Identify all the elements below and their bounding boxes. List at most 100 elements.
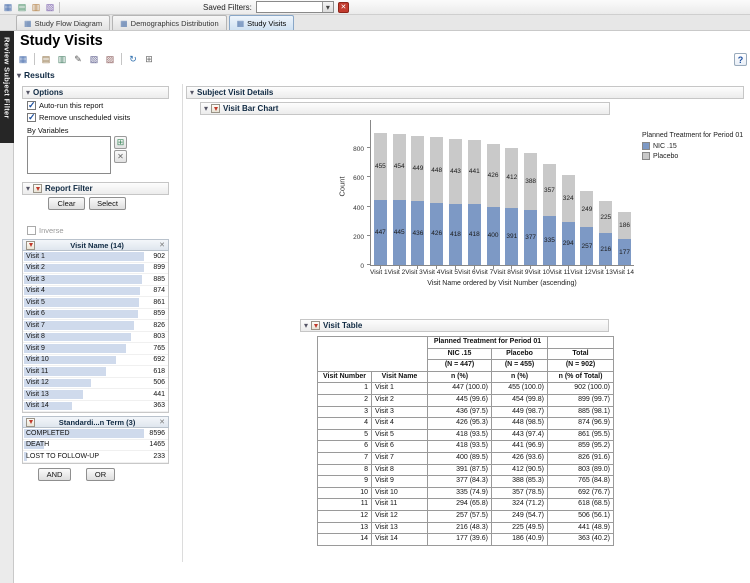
- placebo-segment[interactable]: 225: [599, 201, 612, 234]
- red-triangle-menu-icon[interactable]: [26, 418, 35, 427]
- visit-table-row[interactable]: 12Visit 12257 (57.5)249 (54.7)506 (56.1): [318, 510, 614, 522]
- visit-table-row[interactable]: 6Visit 6418 (93.5)441 (96.9)859 (95.2): [318, 441, 614, 453]
- placebo-segment[interactable]: 186: [618, 212, 631, 239]
- filter-item[interactable]: Visit 7826: [23, 320, 168, 332]
- visit-table-header[interactable]: Visit Table: [300, 319, 609, 332]
- new-report-icon[interactable]: ▤: [16, 1, 28, 13]
- red-triangle-menu-icon[interactable]: [33, 184, 42, 193]
- nic-segment[interactable]: 426: [430, 203, 443, 265]
- bar-visit-6[interactable]: 441418: [465, 120, 484, 265]
- bar-visit-3[interactable]: 449436: [409, 120, 428, 265]
- by-variables-listbox[interactable]: [27, 136, 111, 174]
- filter-item[interactable]: Visit 12506: [23, 378, 168, 390]
- visit-table-row[interactable]: 8Visit 8391 (87.5)412 (90.5)803 (89.0): [318, 464, 614, 476]
- placebo-segment[interactable]: 443: [449, 139, 462, 204]
- report-filter-outline-header[interactable]: Report Filter: [22, 182, 169, 195]
- bar-visit-14[interactable]: 186177: [615, 120, 634, 265]
- filter-item[interactable]: Visit 14363: [23, 401, 168, 413]
- visit-table-row[interactable]: 9Visit 9377 (84.3)388 (85.3)765 (84.8): [318, 476, 614, 488]
- app-icon[interactable]: ▦: [2, 1, 14, 13]
- filter-item[interactable]: Visit 6859: [23, 309, 168, 321]
- saved-filters-select[interactable]: [256, 1, 334, 13]
- bar-visit-4[interactable]: 448426: [427, 120, 446, 265]
- visit-table-row[interactable]: 5Visit 5418 (93.5)443 (97.4)861 (95.5): [318, 429, 614, 441]
- placebo-segment[interactable]: 441: [468, 140, 481, 204]
- visit-table-row[interactable]: 13Visit 13216 (48.3)225 (49.5)441 (48.9): [318, 522, 614, 534]
- filter-item[interactable]: Visit 9765: [23, 343, 168, 355]
- options-outline-header[interactable]: Options: [22, 86, 169, 99]
- placebo-segment[interactable]: 357: [543, 164, 556, 216]
- placebo-segment[interactable]: 249: [580, 191, 593, 227]
- collapse-icon[interactable]: [26, 88, 30, 97]
- placebo-segment[interactable]: 412: [505, 148, 518, 208]
- visit-bar-chart-header[interactable]: Visit Bar Chart: [200, 102, 610, 115]
- legend-entry-placebo[interactable]: Placebo: [642, 152, 748, 160]
- collapse-icon[interactable]: [26, 184, 30, 193]
- filter-item[interactable]: DEATH1465: [23, 440, 168, 452]
- bar-visit-5[interactable]: 443418: [446, 120, 465, 265]
- nic-segment[interactable]: 216: [599, 233, 612, 265]
- open-report-icon[interactable]: ▥: [30, 1, 42, 13]
- filter-item[interactable]: Visit 2899: [23, 263, 168, 275]
- filter-item[interactable]: Visit 8803: [23, 332, 168, 344]
- delete-filter-icon[interactable]: [338, 2, 349, 13]
- red-triangle-menu-icon[interactable]: [211, 104, 220, 113]
- remove-unscheduled-checkbox[interactable]: Remove unscheduled visits: [27, 113, 130, 122]
- close-icon[interactable]: [159, 418, 165, 426]
- data-table-icon[interactable]: ▥: [55, 52, 69, 66]
- bar-visit-9[interactable]: 388377: [521, 120, 540, 265]
- bar-visit-12[interactable]: 249257: [578, 120, 597, 265]
- nic-segment[interactable]: 391: [505, 208, 518, 265]
- nic-segment[interactable]: 447: [374, 200, 387, 265]
- auto-run-checkbox[interactable]: Auto-run this report: [27, 101, 103, 110]
- collapse-icon[interactable]: [204, 104, 208, 113]
- filter-item[interactable]: COMPLETED8596: [23, 428, 168, 440]
- visit-table-row[interactable]: 1Visit 1447 (100.0)455 (100.0)902 (100.0…: [318, 383, 614, 395]
- disposition-term-filter-header[interactable]: Standardi...n Term (3): [22, 416, 169, 428]
- visit-table-row[interactable]: 7Visit 7400 (89.5)426 (93.6)826 (91.6): [318, 452, 614, 464]
- annotate-icon[interactable]: ▨: [103, 52, 117, 66]
- add-variable-icon[interactable]: [114, 136, 127, 149]
- tab-demographics-distribution[interactable]: Demographics Distribution: [112, 15, 227, 30]
- studies-icon[interactable]: ▧: [44, 1, 56, 13]
- visit-table-row[interactable]: 2Visit 2445 (99.6)454 (99.8)899 (99.7): [318, 394, 614, 406]
- collapse-icon[interactable]: [304, 321, 308, 330]
- bar-visit-13[interactable]: 225216: [596, 120, 615, 265]
- nic-segment[interactable]: 418: [449, 204, 462, 265]
- nic-segment[interactable]: 418: [468, 204, 481, 265]
- bar-visit-8[interactable]: 412391: [502, 120, 521, 265]
- placebo-segment[interactable]: 449: [411, 136, 424, 202]
- close-icon[interactable]: [159, 241, 165, 249]
- subject-visit-details-header[interactable]: Subject Visit Details: [186, 86, 744, 99]
- bar-visit-1[interactable]: 455447: [371, 120, 390, 265]
- bar-visit-10[interactable]: 357335: [540, 120, 559, 265]
- bar-visit-7[interactable]: 426400: [484, 120, 503, 265]
- tab-study-flow-diagram[interactable]: Study Flow Diagram: [16, 15, 110, 30]
- nic-segment[interactable]: 400: [487, 207, 500, 265]
- collapse-icon[interactable]: [190, 88, 194, 97]
- review-subject-filter-tab[interactable]: Review Subject Filter: [0, 31, 14, 143]
- journal-icon[interactable]: ▤: [39, 52, 53, 66]
- nic-segment[interactable]: 377: [524, 210, 537, 265]
- results-outline[interactable]: Results: [17, 70, 55, 80]
- visit-table-row[interactable]: 4Visit 4426 (95.3)448 (98.5)874 (96.9): [318, 418, 614, 430]
- selection-icon[interactable]: ⊞: [142, 52, 156, 66]
- visit-table-row[interactable]: 3Visit 3436 (97.5)449 (98.7)885 (98.1): [318, 406, 614, 418]
- new-window-icon[interactable]: ▦: [16, 52, 30, 66]
- visit-table-row[interactable]: 11Visit 11294 (65.8)324 (71.2)618 (68.5): [318, 499, 614, 511]
- and-button[interactable]: AND: [38, 468, 71, 481]
- filter-item[interactable]: Visit 10692: [23, 355, 168, 367]
- visit-table-row[interactable]: 10Visit 10335 (74.9)357 (78.5)692 (76.7): [318, 487, 614, 499]
- layout-icon[interactable]: ▧: [87, 52, 101, 66]
- nic-segment[interactable]: 436: [411, 201, 424, 265]
- collapse-icon[interactable]: [17, 70, 21, 80]
- tab-study-visits[interactable]: Study Visits: [229, 15, 295, 30]
- select-button[interactable]: Select: [89, 197, 126, 210]
- placebo-segment[interactable]: 454: [393, 134, 406, 200]
- filter-item[interactable]: Visit 5861: [23, 297, 168, 309]
- nic-segment[interactable]: 445: [393, 200, 406, 265]
- visit-table-row[interactable]: 14Visit 14177 (39.6)186 (40.9)363 (40.2): [318, 534, 614, 546]
- legend-entry-nic-15[interactable]: NIC .15: [642, 142, 748, 150]
- visit-name-filter-header[interactable]: Visit Name (14): [22, 239, 169, 251]
- filter-item[interactable]: Visit 4874: [23, 286, 168, 298]
